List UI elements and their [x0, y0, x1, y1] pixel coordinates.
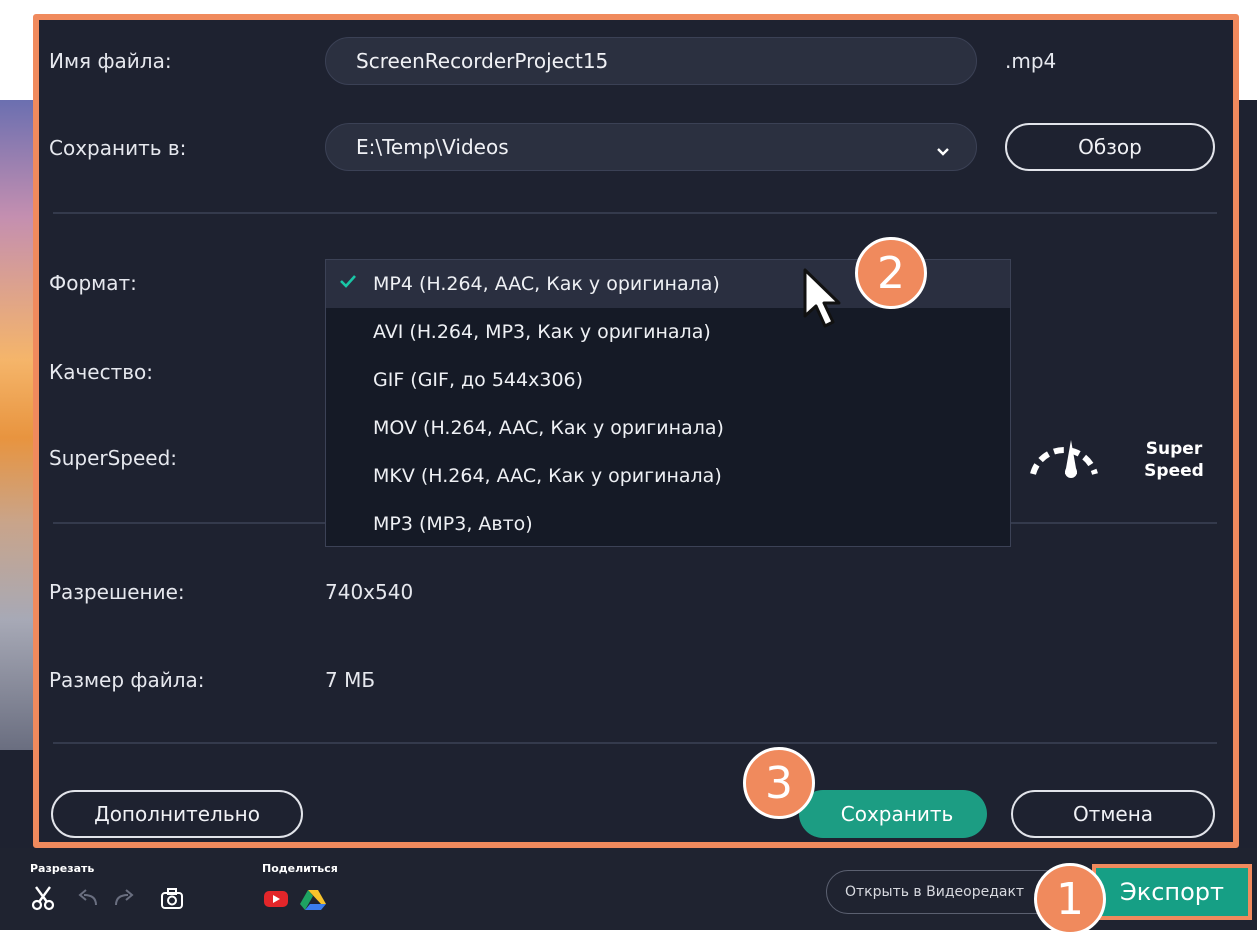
open-in-editor-button[interactable]: Открыть в Видеоредакт [826, 870, 1066, 914]
file-size-label: Размер файла: [49, 668, 205, 692]
filename-label: Имя файла: [49, 49, 172, 73]
resolution-value: 740x540 [325, 580, 414, 604]
filename-input[interactable]: ScreenRecorderProject15 [325, 37, 977, 85]
format-option-label: GIF (GIF, до 544x306) [373, 369, 584, 391]
superspeed-logo-line1: Super [1145, 439, 1203, 459]
youtube-icon[interactable] [262, 888, 290, 910]
quality-label: Качество: [49, 360, 153, 384]
cancel-button[interactable]: Отмена [1011, 790, 1215, 838]
save-to-select[interactable]: E:\Temp\Videos [325, 123, 977, 171]
resolution-label: Разрешение: [49, 580, 185, 604]
format-option[interactable]: GIF (GIF, до 544x306) [326, 356, 1010, 404]
cut-section-label: Разрезать [30, 862, 95, 875]
format-option[interactable]: MP3 (MP3, Авто) [326, 500, 1010, 548]
share-section-label: Поделиться [262, 862, 338, 875]
export-dialog: Имя файла: ScreenRecorderProject15 .mp4 … [33, 14, 1239, 848]
divider [53, 212, 1217, 214]
chevron-down-icon [936, 138, 950, 162]
save-to-label: Сохранить в: [49, 136, 187, 160]
format-option[interactable]: MOV (H.264, AAC, Как у оригинала) [326, 404, 1010, 452]
format-option[interactable]: MKV (H.264, AAC, Как у оригинала) [326, 452, 1010, 500]
checkmark-icon [338, 271, 358, 297]
export-button[interactable]: Экспорт [1092, 864, 1252, 920]
save-to-path: E:\Temp\Videos [356, 135, 509, 159]
file-extension: .mp4 [1005, 49, 1057, 73]
cursor-icon [801, 268, 847, 334]
format-option-label: MOV (H.264, AAC, Как у оригинала) [373, 417, 724, 439]
google-drive-icon[interactable] [298, 888, 328, 912]
format-option-label: MP3 (MP3, Авто) [373, 513, 533, 535]
superspeed-logo-line2: Speed [1144, 461, 1204, 481]
file-size-value: 7 МБ [325, 668, 376, 692]
save-button[interactable]: Сохранить [799, 790, 987, 838]
speedometer-icon [1025, 430, 1105, 480]
advanced-button[interactable]: Дополнительно [51, 790, 303, 838]
redo-icon[interactable] [112, 886, 136, 910]
step-badge-3: 3 [743, 747, 815, 819]
format-option-label: MP4 (H.264, AAC, Как у оригинала) [373, 273, 720, 295]
superspeed-logo-text: Super Speed [1129, 438, 1219, 482]
divider [53, 742, 1217, 744]
step-badge-1: 1 [1034, 863, 1106, 935]
scissors-icon[interactable] [30, 884, 56, 912]
undo-icon[interactable] [76, 886, 100, 910]
format-option-label: AVI (H.264, MP3, Как у оригинала) [373, 321, 711, 343]
step-badge-2: 2 [855, 237, 927, 309]
browse-button[interactable]: Обзор [1005, 123, 1215, 171]
camera-icon[interactable] [158, 886, 186, 912]
superspeed-label: SuperSpeed: [49, 446, 178, 470]
format-label: Формат: [49, 271, 137, 295]
format-option-label: MKV (H.264, AAC, Как у оригинала) [373, 465, 722, 487]
format-option[interactable]: AVI (H.264, MP3, Как у оригинала) [326, 308, 1010, 356]
